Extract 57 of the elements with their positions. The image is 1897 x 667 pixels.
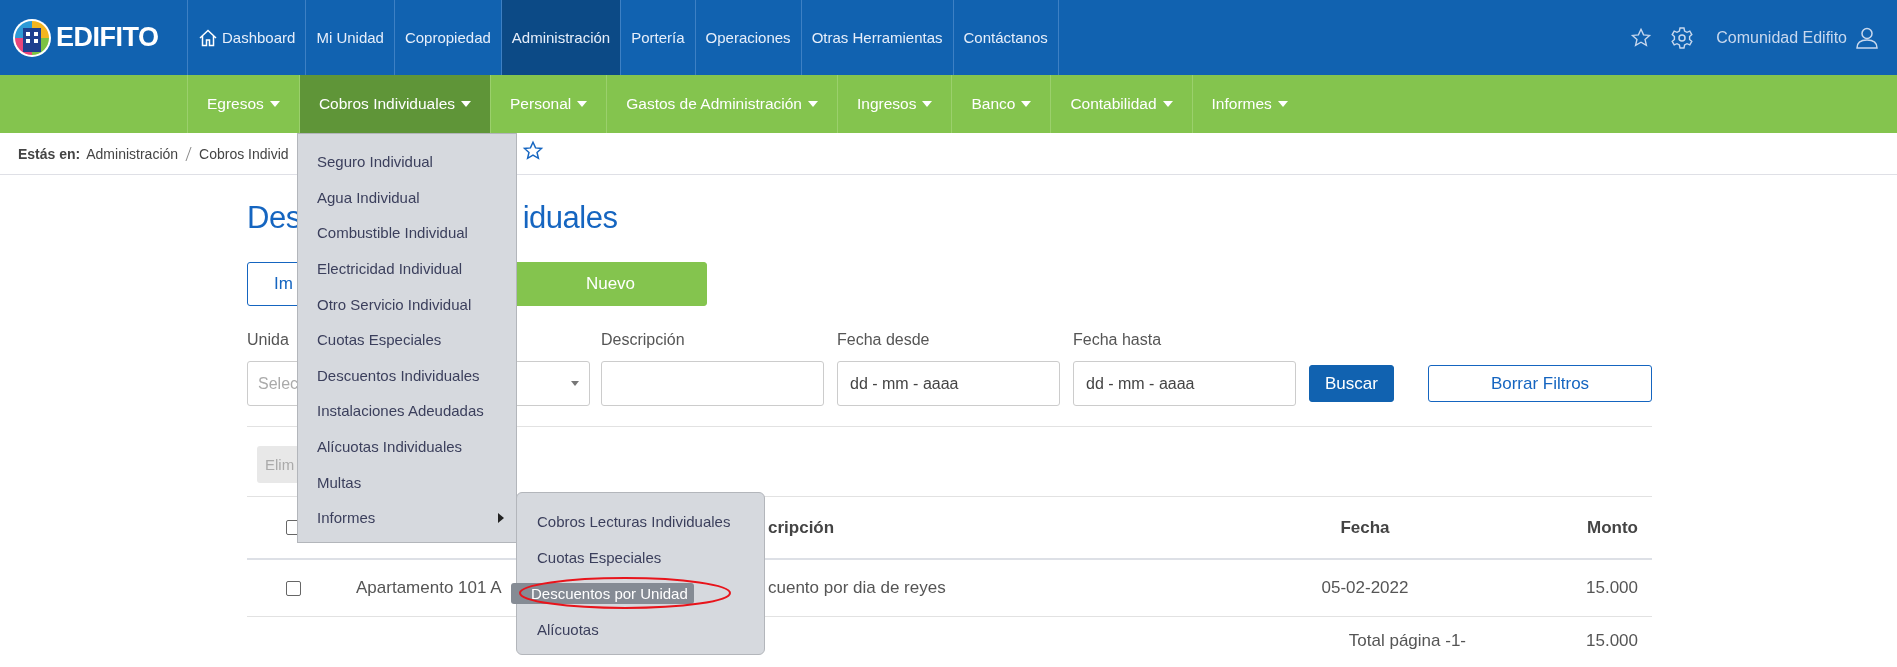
user-icon[interactable] bbox=[1855, 25, 1879, 50]
caret-icon bbox=[807, 101, 818, 107]
field-label: Fecha hasta bbox=[1073, 331, 1162, 349]
user-name[interactable]: Comunidad Edifito bbox=[1716, 28, 1847, 47]
caret-icon bbox=[922, 101, 933, 107]
nav-link[interactable]: Administración bbox=[501, 0, 622, 75]
menu-item[interactable]: Cuotas Especiales bbox=[517, 548, 662, 566]
settings-icon[interactable] bbox=[1670, 25, 1695, 50]
breadcrumb-link[interactable]: Administración bbox=[86, 145, 179, 162]
total-label: Total página -1- bbox=[1348, 631, 1466, 650]
home-icon bbox=[198, 27, 218, 48]
column-header: Fecha bbox=[1340, 517, 1390, 537]
caret-icon bbox=[269, 101, 280, 107]
menu-item[interactable]: Descuentos Individuales bbox=[298, 357, 516, 394]
placeholder-text: Selec bbox=[258, 374, 299, 393]
menu-item[interactable]: Informes bbox=[298, 499, 516, 536]
menu-item[interactable]: Agua Individual bbox=[298, 179, 516, 216]
total-value: 15.000 bbox=[1586, 631, 1638, 650]
filter-button[interactable]: Borrar Filtros bbox=[1428, 365, 1652, 402]
caret-icon bbox=[1021, 101, 1032, 107]
caret-icon bbox=[1277, 101, 1288, 107]
field-label: Descripción bbox=[601, 331, 685, 349]
menu-tab[interactable]: Cobros Individuales bbox=[298, 75, 490, 133]
caret-icon bbox=[571, 381, 579, 386]
menu-item[interactable]: Instalaciones Adeudadas bbox=[298, 393, 516, 429]
breadcrumb-link[interactable]: Cobros Individ bbox=[199, 145, 289, 162]
menu-item[interactable]: Combustible Individual bbox=[298, 215, 516, 251]
table-cell: 05-02-2022 bbox=[1321, 578, 1409, 597]
submenu-arrow-icon bbox=[498, 512, 504, 523]
caret-icon bbox=[1162, 101, 1173, 107]
input-field[interactable]: dd - mm - aaaa bbox=[1073, 361, 1296, 406]
table-cell: cuento por dia de reyes bbox=[768, 578, 946, 597]
menu-item[interactable]: Seguro Individual bbox=[298, 144, 516, 180]
menu-item[interactable]: Cuotas Especiales bbox=[298, 321, 516, 358]
menu-item[interactable]: Alícuotas Individuales bbox=[298, 428, 516, 465]
breadcrumb-label: Estás en: bbox=[18, 145, 81, 162]
input-field[interactable] bbox=[601, 361, 824, 406]
star-icon[interactable] bbox=[522, 140, 544, 162]
menu-item[interactable]: Descuentos por Unidad bbox=[511, 582, 694, 604]
column-header: cripción bbox=[768, 517, 835, 537]
column-header: Monto bbox=[1587, 517, 1638, 537]
input-field[interactable]: dd - mm - aaaa bbox=[837, 361, 1060, 406]
menu-item[interactable]: Alícuotas bbox=[517, 620, 599, 638]
logo-icon bbox=[12, 17, 52, 58]
caret-icon bbox=[577, 101, 588, 107]
checkbox[interactable] bbox=[286, 580, 301, 596]
menu-item[interactable]: Cobros Lecturas Individuales bbox=[517, 512, 731, 530]
table-cell: Apartamento 101 A bbox=[356, 578, 502, 597]
star-icon[interactable] bbox=[1630, 26, 1653, 49]
filter-button[interactable]: Buscar bbox=[1309, 365, 1394, 402]
field-label: Fecha desde bbox=[837, 331, 930, 349]
field-label: Unida bbox=[247, 331, 289, 349]
menu-item[interactable]: Multas bbox=[298, 464, 516, 500]
page-title: iduales bbox=[522, 199, 618, 237]
brand-name: EDIFITO bbox=[56, 22, 159, 53]
table-cell: 15.000 bbox=[1586, 578, 1638, 597]
caret-icon bbox=[461, 101, 471, 107]
